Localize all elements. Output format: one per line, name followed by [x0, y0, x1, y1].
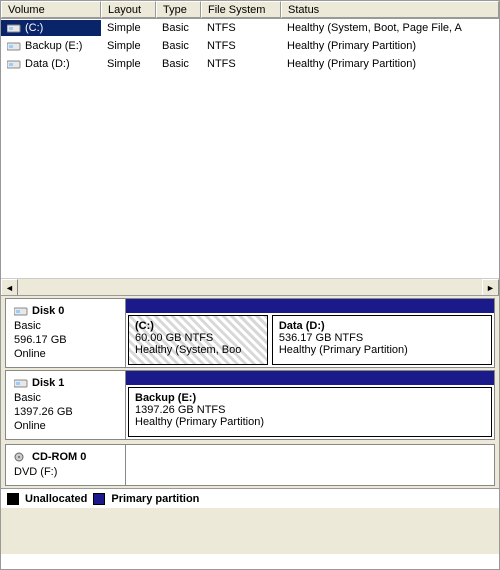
table-row[interactable]: Data (D:)SimpleBasicNTFSHealthy (Primary…	[1, 55, 499, 73]
volume-layout-cell: Simple	[101, 38, 156, 54]
legend: Unallocated Primary partition	[1, 488, 499, 508]
col-header-layout[interactable]: Layout	[101, 1, 156, 18]
partition-info: 1397.26 GB NTFS	[135, 404, 485, 416]
volume-layout-cell: Simple	[101, 20, 156, 36]
cdrom-row[interactable]: CD-ROM 0 DVD (F:)	[5, 444, 495, 486]
disk-partitions: (C:)60.00 GB NTFSHealthy (System, BooDat…	[126, 299, 494, 367]
volume-table-body: (C:)SimpleBasicNTFSHealthy (System, Boot…	[1, 19, 499, 278]
col-header-volume[interactable]: Volume	[1, 1, 101, 18]
cdrom-title: CD-ROM 0	[14, 451, 117, 463]
table-row[interactable]: (C:)SimpleBasicNTFSHealthy (System, Boot…	[1, 19, 499, 37]
partition-health: Healthy (Primary Partition)	[279, 344, 485, 356]
volume-fs-cell: NTFS	[201, 56, 281, 72]
disk-title: Disk 1	[14, 377, 117, 389]
col-header-type[interactable]: Type	[156, 1, 201, 18]
disk-icon	[14, 378, 28, 388]
disk-row[interactable]: Disk 0 Basic596.17 GBOnline (C:)60.00 GB N…	[5, 298, 495, 368]
partition-block[interactable]: Data (D:)536.17 GB NTFSHealthy (Primary …	[272, 315, 492, 365]
partition-name: Backup (E:)	[135, 392, 485, 404]
volume-fs-cell: NTFS	[201, 20, 281, 36]
disk-type: Basic	[14, 391, 117, 405]
partition-info: 60.00 GB NTFS	[135, 332, 261, 344]
disk-partitions: Backup (E:)1397.26 GB NTFSHealthy (Prima…	[126, 371, 494, 439]
cdrom-sub: DVD (F:)	[14, 465, 117, 479]
partition-block[interactable]: (C:)60.00 GB NTFSHealthy (System, Boo	[128, 315, 268, 365]
volume-type-cell: Basic	[156, 20, 201, 36]
volume-type-cell: Basic	[156, 38, 201, 54]
disk-icon	[14, 306, 28, 316]
volume-status-cell: Healthy (Primary Partition)	[281, 56, 499, 72]
horizontal-scrollbar[interactable]: ◄ ►	[1, 278, 499, 295]
volume-name-cell: Data (D:)	[1, 56, 101, 72]
volume-layout-cell: Simple	[101, 56, 156, 72]
scroll-left-button[interactable]: ◄	[1, 279, 18, 296]
partition-block[interactable]: Backup (E:)1397.26 GB NTFSHealthy (Prima…	[128, 387, 492, 437]
partition-name: (C:)	[135, 320, 261, 332]
scroll-right-button[interactable]: ►	[482, 279, 499, 296]
disk-row[interactable]: Disk 1 Basic1397.26 GBOnline Backup (E:)13…	[5, 370, 495, 440]
disk-bluebar	[126, 371, 494, 385]
drive-icon	[7, 23, 21, 33]
legend-primary: Primary partition	[111, 493, 199, 505]
volume-name-cell: Backup (E:)	[1, 38, 101, 54]
disk-graphical-pane: Disk 0Basic596.17 GBOnline(C:)60.00 GB N…	[1, 296, 499, 554]
volume-fs-cell: NTFS	[201, 38, 281, 54]
legend-unallocated: Unallocated	[25, 493, 87, 505]
partition-info: 536.17 GB NTFS	[279, 332, 485, 344]
disk-title: Disk 0	[14, 305, 117, 317]
disk-status: Online	[14, 347, 117, 361]
disk-size: 1397.26 GB	[14, 405, 117, 419]
legend-swatch-unallocated	[7, 493, 19, 505]
disk-info-panel: Disk 0 Basic596.17 GBOnline	[6, 299, 126, 367]
disk-size: 596.17 GB	[14, 333, 117, 347]
disk-bluebar	[126, 299, 494, 313]
drive-icon	[7, 41, 21, 51]
col-header-status[interactable]: Status	[281, 1, 499, 18]
volume-status-cell: Healthy (Primary Partition)	[281, 38, 499, 54]
disk-status: Online	[14, 419, 117, 433]
legend-swatch-primary	[93, 493, 105, 505]
volume-name-cell: (C:)	[1, 20, 101, 36]
disk-type: Basic	[14, 319, 117, 333]
volume-status-cell: Healthy (System, Boot, Page File, A	[281, 20, 499, 36]
partition-name: Data (D:)	[279, 320, 485, 332]
drive-icon	[7, 59, 21, 69]
partition-health: Healthy (Primary Partition)	[135, 416, 485, 428]
disk-info-panel: Disk 1 Basic1397.26 GBOnline	[6, 371, 126, 439]
partition-health: Healthy (System, Boo	[135, 344, 261, 356]
cdrom-icon	[14, 452, 28, 462]
volume-table-header: Volume Layout Type File System Status	[1, 1, 499, 19]
table-row[interactable]: Backup (E:)SimpleBasicNTFSHealthy (Prima…	[1, 37, 499, 55]
col-header-fs[interactable]: File System	[201, 1, 281, 18]
volume-type-cell: Basic	[156, 56, 201, 72]
